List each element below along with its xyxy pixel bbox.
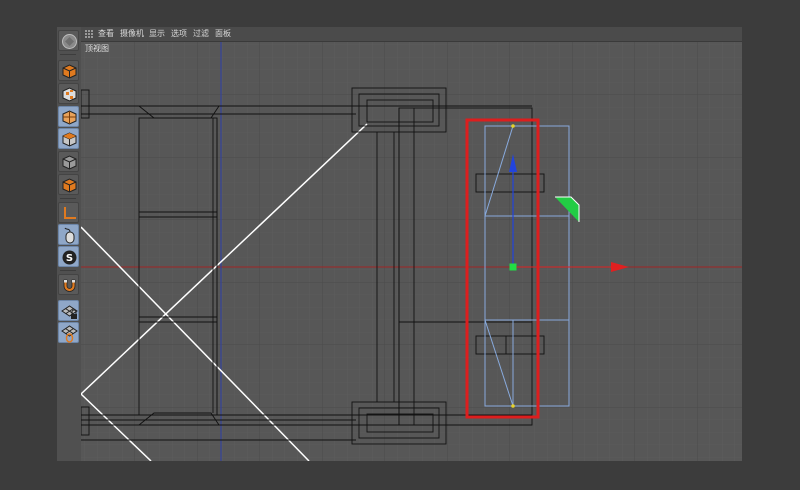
menu-camera[interactable]: 摄像机 bbox=[120, 28, 144, 40]
workplane-lock-icon[interactable] bbox=[58, 300, 79, 321]
mouse-tweak-icon[interactable] bbox=[58, 224, 79, 245]
left-toolbar: S bbox=[57, 27, 82, 461]
panel-grip-icon[interactable] bbox=[85, 30, 93, 38]
menu-view[interactable]: 查看 bbox=[98, 28, 114, 40]
top-viewport[interactable]: 顶视图 bbox=[81, 42, 742, 461]
texture-cube-icon[interactable] bbox=[58, 106, 79, 127]
checker-cube-icon[interactable] bbox=[58, 83, 79, 104]
gizmo-center-handle[interactable] bbox=[509, 263, 517, 271]
viewport-canvas[interactable] bbox=[81, 42, 742, 461]
menu-display[interactable]: 显示 bbox=[149, 28, 165, 40]
workplane-icon[interactable] bbox=[58, 322, 79, 343]
edit-mode-icon[interactable] bbox=[58, 174, 79, 195]
grid-major bbox=[81, 42, 742, 461]
app-logo-icon[interactable] bbox=[58, 30, 79, 51]
vertex-point[interactable] bbox=[511, 124, 515, 128]
menu-panel[interactable]: 面板 bbox=[215, 28, 231, 40]
axis-icon[interactable] bbox=[58, 202, 79, 223]
menu-options[interactable]: 选项 bbox=[171, 28, 187, 40]
model-mode-icon[interactable] bbox=[58, 128, 79, 149]
viewport-menubar: 查看 摄像机 显示 选项 过滤 面板 bbox=[81, 27, 742, 42]
object-mode-icon[interactable] bbox=[58, 151, 79, 172]
magnet-icon[interactable] bbox=[58, 274, 79, 295]
snap-icon[interactable]: S bbox=[58, 246, 79, 267]
cube-mode-icon[interactable] bbox=[58, 60, 79, 81]
menu-filter[interactable]: 过滤 bbox=[193, 28, 209, 40]
cinema4d-window: S 查看 摄像机 显示 选项 过滤 面板 顶视图 bbox=[57, 27, 742, 461]
viewport-name: 顶视图 bbox=[85, 44, 109, 53]
svg-text:S: S bbox=[66, 253, 73, 264]
vertex-point[interactable] bbox=[511, 404, 515, 408]
